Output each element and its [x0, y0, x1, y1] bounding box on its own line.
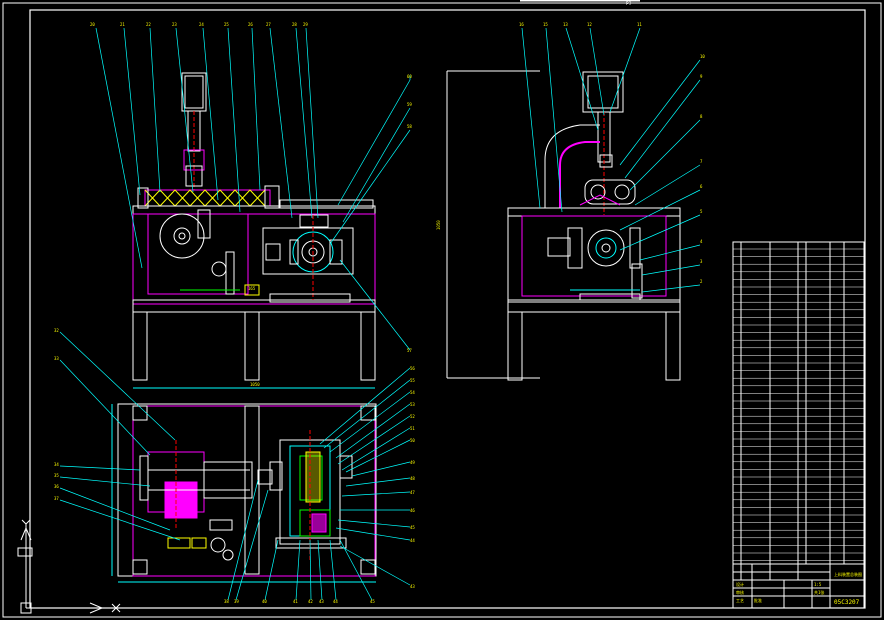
svg-text:42: 42: [308, 599, 313, 604]
parts-list: [732, 241, 865, 580]
drawing-sheet: 共1张: [814, 589, 824, 595]
svg-text:27: 27: [266, 22, 271, 27]
svg-text:60: 60: [407, 74, 412, 79]
svg-text:45: 45: [410, 525, 415, 530]
svg-text:47: 47: [410, 490, 415, 495]
svg-text:9: 9: [700, 74, 703, 79]
drawing-scale: 1:5: [814, 582, 822, 587]
svg-text:35: 35: [54, 473, 59, 478]
svg-text:165: 165: [248, 286, 256, 291]
svg-text:55: 55: [410, 378, 415, 383]
svg-text:36: 36: [54, 484, 59, 489]
svg-text:32: 32: [54, 328, 59, 333]
svg-text:46: 46: [410, 508, 415, 513]
svg-text:39: 39: [234, 599, 239, 604]
svg-text:38: 38: [224, 599, 229, 604]
svg-text:22: 22: [146, 22, 151, 27]
side-view-leaders: [521, 27, 701, 293]
svg-text:58: 58: [407, 124, 412, 129]
svg-text:33: 33: [54, 356, 59, 361]
plan-view: [111, 403, 377, 583]
side-view-balloons: 16 15 13 12 11 10 9 8 7 6 5 4 3 2: [519, 22, 705, 284]
front-view-leaders: [95, 27, 411, 351]
svg-text:6: 6: [700, 184, 703, 189]
svg-text:20: 20: [90, 22, 95, 27]
svg-text:13: 13: [563, 22, 568, 27]
drawing-number: 05C3207: [834, 599, 860, 606]
svg-text:10: 10: [700, 54, 705, 59]
svg-text:29: 29: [303, 22, 308, 27]
drawing-frame: [2, 0, 882, 618]
approval-process: 工艺: [736, 598, 744, 603]
side-view: 1050: [436, 70, 681, 381]
approval-approve: 批准: [754, 597, 762, 603]
svg-text:15: 15: [543, 22, 548, 27]
svg-text:54: 54: [410, 390, 415, 395]
svg-text:57: 57: [407, 348, 412, 353]
svg-text:34: 34: [54, 462, 59, 467]
drawing-name: 上料装置总装图: [834, 571, 862, 577]
svg-text:43: 43: [319, 599, 324, 604]
svg-text:48: 48: [410, 476, 415, 481]
approval-check: 审核: [736, 589, 744, 595]
svg-text:49: 49: [410, 460, 415, 465]
cad-drawing-canvas: pj 1050 165 20 21 22 23 24 25 26 27 28 2…: [2, 0, 882, 618]
svg-text:50: 50: [410, 438, 415, 443]
svg-text:43: 43: [410, 584, 415, 589]
svg-text:53: 53: [410, 402, 415, 407]
svg-text:7: 7: [700, 159, 703, 164]
svg-text:52: 52: [410, 414, 415, 419]
svg-text:1050: 1050: [250, 382, 260, 387]
svg-text:1050: 1050: [436, 220, 441, 230]
svg-text:4: 4: [700, 239, 703, 244]
svg-text:45: 45: [370, 599, 375, 604]
svg-text:40: 40: [262, 599, 267, 604]
svg-text:59: 59: [407, 102, 412, 107]
svg-text:12: 12: [587, 22, 592, 27]
svg-text:24: 24: [199, 22, 204, 27]
svg-text:16: 16: [519, 22, 524, 27]
svg-text:21: 21: [120, 22, 125, 27]
svg-text:41: 41: [293, 599, 298, 604]
front-view: 1050 165: [132, 72, 376, 389]
svg-text:51: 51: [410, 426, 415, 431]
approval-design: 设计: [736, 581, 744, 587]
svg-text:11: 11: [637, 22, 642, 27]
svg-text:2: 2: [700, 279, 703, 284]
svg-text:28: 28: [292, 22, 297, 27]
svg-text:25: 25: [224, 22, 229, 27]
svg-text:44: 44: [333, 599, 338, 604]
svg-text:56: 56: [410, 366, 415, 371]
svg-text:44: 44: [410, 538, 415, 543]
svg-text:37: 37: [54, 496, 59, 501]
svg-text:8: 8: [700, 114, 703, 119]
svg-text:26: 26: [248, 22, 253, 27]
svg-text:5: 5: [700, 209, 703, 214]
svg-text:3: 3: [700, 259, 703, 264]
top-note: pj: [626, 0, 631, 6]
ucs-axis-icon: [17, 519, 121, 614]
svg-text:23: 23: [172, 22, 177, 27]
